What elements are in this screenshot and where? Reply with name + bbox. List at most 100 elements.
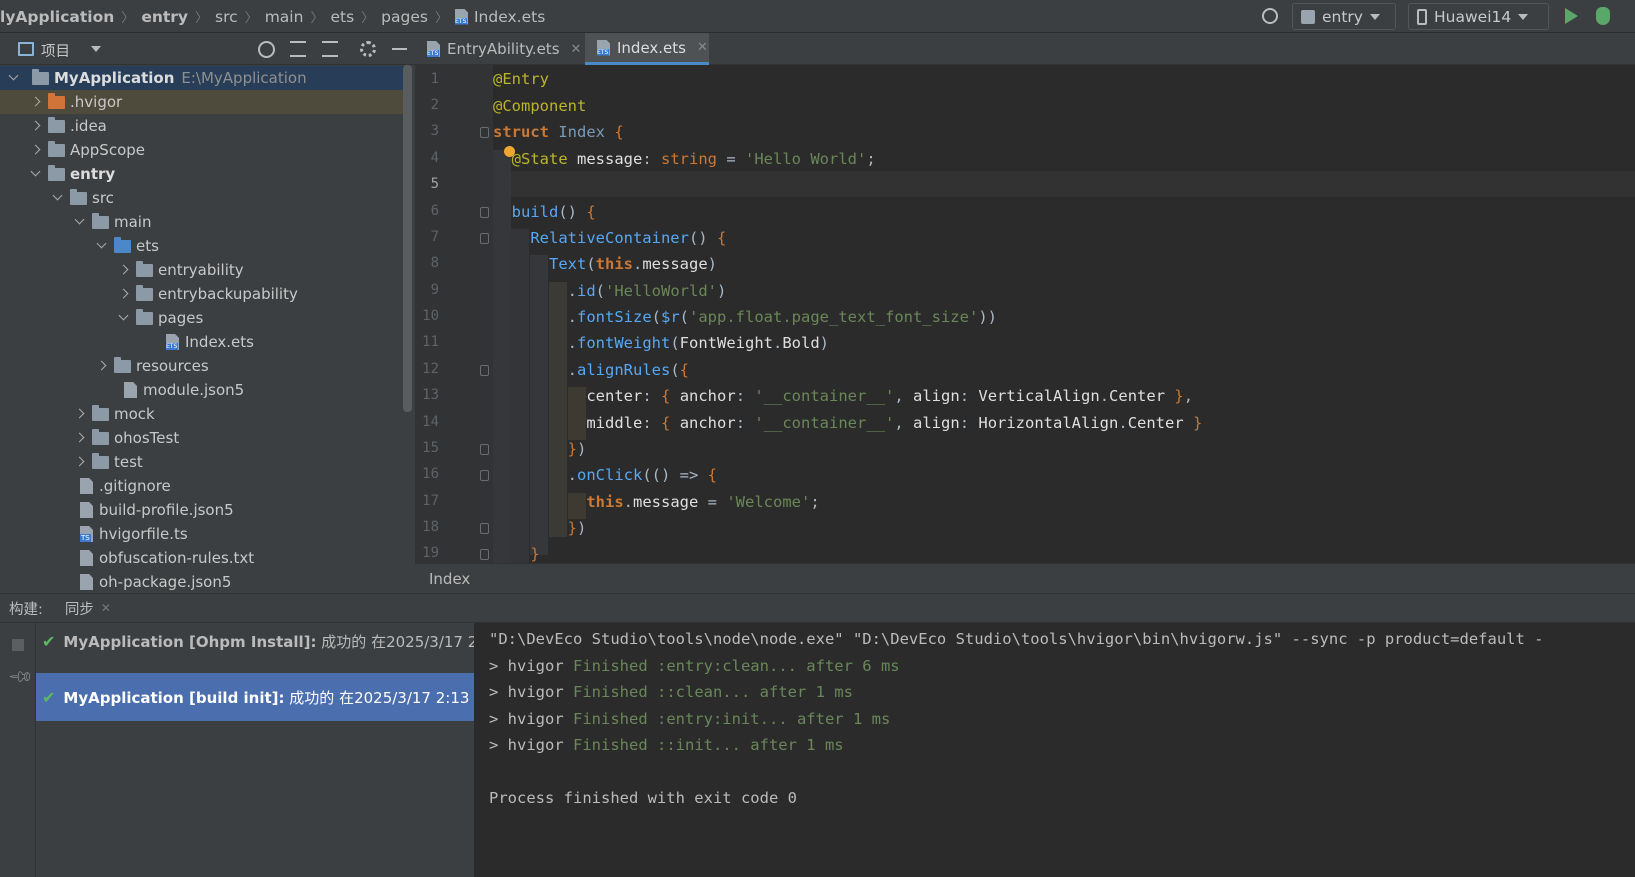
chevron-right-icon[interactable] (72, 406, 88, 422)
close-icon[interactable]: ✕ (697, 40, 708, 55)
code-line: build() { (511, 203, 596, 221)
chevron-down-icon[interactable] (116, 310, 132, 326)
debug-icon[interactable] (1596, 7, 1610, 25)
breadcrumb-pages[interactable]: pages (381, 8, 428, 26)
chevron-down-icon[interactable] (28, 166, 44, 182)
breadcrumb-module[interactable]: entry (141, 8, 188, 26)
breadcrumb-project[interactable]: lyApplication (0, 8, 114, 26)
tab-label: EntryAbility.ets (447, 40, 560, 58)
gear-icon[interactable] (360, 41, 376, 57)
chevron-right-icon[interactable] (72, 430, 88, 446)
fold-icon[interactable] (480, 127, 489, 138)
breadcrumb-main[interactable]: main (265, 8, 304, 26)
tree-item-label: mock (114, 405, 155, 423)
build-task-list: ✔ MyApplication [Ohpm Install]: 成功的 在202… (36, 623, 501, 877)
phone-icon (1417, 8, 1427, 25)
tree-item-oh-package[interactable]: oh-package.json5 (0, 570, 405, 593)
fold-icon[interactable] (480, 444, 489, 455)
locate-icon[interactable] (258, 41, 275, 58)
tab-index[interactable]: Index.ets ✕ (585, 33, 709, 65)
tree-item-hvigor[interactable]: .hvigor (0, 90, 405, 114)
folder-icon (136, 260, 153, 277)
tree-item-main[interactable]: main (0, 210, 405, 234)
close-icon[interactable]: ✕ (571, 42, 582, 57)
tree-item-build-profile[interactable]: build-profile.json5 (0, 498, 405, 522)
tab-sync[interactable]: 同步 (65, 598, 94, 619)
tree-item-module-json5[interactable]: module.json5 (0, 378, 405, 402)
stop-icon[interactable] (12, 639, 24, 651)
tree-item-mock[interactable]: mock (0, 402, 405, 426)
fold-icon[interactable] (480, 470, 489, 481)
target-icon[interactable] (1262, 8, 1278, 24)
build-item-ohpm[interactable]: ✔ MyApplication [Ohpm Install]: 成功的 在202… (36, 626, 501, 656)
chevron-right-icon[interactable] (116, 262, 132, 278)
line-number: 8 (430, 255, 439, 271)
tree-item-label: Index.ets (185, 333, 254, 351)
editor-breadcrumb[interactable]: Index (415, 563, 1635, 593)
tab-entryability[interactable]: EntryAbility.ets ✕ (415, 33, 585, 65)
chevron-right-icon[interactable] (94, 358, 110, 374)
module-folder-icon (32, 68, 49, 85)
tree-item-src[interactable]: src (0, 186, 405, 210)
device-select[interactable]: Huawei14 (1408, 3, 1549, 30)
tree-item-pages[interactable]: pages (0, 306, 405, 330)
fold-icon[interactable] (480, 549, 489, 560)
console-exit: Process finished with exit code 0 (489, 789, 797, 807)
build-console[interactable]: "D:\DevEco Studio\tools\node\node.exe" "… (474, 623, 1635, 877)
tree-item-ohostest[interactable]: ohosTest (0, 426, 405, 450)
line-number: 10 (422, 308, 439, 324)
tree-item-appscope[interactable]: AppScope (0, 138, 405, 162)
run-icon[interactable] (1565, 8, 1578, 24)
module-folder-icon (48, 164, 65, 181)
code-line: } (530, 545, 540, 563)
breadcrumb-src[interactable]: src (215, 8, 238, 26)
fold-icon[interactable] (480, 523, 489, 534)
tree-item-resources[interactable]: resources (0, 354, 405, 378)
minimize-icon[interactable] (392, 48, 407, 50)
module-icon (1301, 9, 1315, 24)
breadcrumb-ets[interactable]: ets (330, 8, 354, 26)
tree-root-path: E:\MyApplication (181, 69, 307, 87)
tree-item-gitignore[interactable]: .gitignore (0, 474, 405, 498)
chevron-down-icon[interactable] (6, 70, 22, 86)
tree-item-idea[interactable]: .idea (0, 114, 405, 138)
tree-item-test[interactable]: test (0, 450, 405, 474)
collapse-all-icon[interactable] (322, 41, 338, 57)
line-number: 7 (430, 229, 439, 245)
chevron-down-icon[interactable] (94, 238, 110, 254)
tree-root[interactable]: MyApplication E:\MyApplication (0, 66, 405, 90)
tree-item-label: hvigorfile.ts (99, 525, 188, 543)
tree-item-entry[interactable]: entry (0, 162, 405, 186)
tree-item-ets[interactable]: ets (0, 234, 405, 258)
module-select[interactable]: entry (1292, 3, 1396, 30)
expand-all-icon[interactable] (290, 41, 306, 57)
tree-item-label: entry (70, 165, 116, 183)
code-line: struct Index { (493, 123, 624, 141)
chevron-right-icon[interactable] (116, 286, 132, 302)
project-panel-title[interactable]: 项目 (41, 40, 70, 61)
fold-icon[interactable] (480, 207, 489, 218)
close-icon[interactable]: ✕ (101, 601, 111, 615)
navigation-bar: lyApplication 〉 entry 〉 src 〉 main 〉 ets 〉 pa… (0, 0, 1635, 33)
breadcrumb-file[interactable]: Index.ets (474, 8, 545, 26)
tree-item-index-ets[interactable]: Index.ets (0, 330, 405, 354)
chevron-down-icon[interactable] (72, 214, 88, 230)
tree-item-entryability[interactable]: entryability (0, 258, 405, 282)
line-number: 9 (430, 282, 439, 298)
tree-scrollbar[interactable] (403, 65, 412, 412)
chevron-right-icon[interactable] (28, 118, 44, 134)
pin-icon[interactable]: 📌︎ (7, 663, 35, 691)
tree-item-entrybackupability[interactable]: entrybackupability (0, 282, 405, 306)
fold-icon[interactable] (480, 365, 489, 376)
chevron-right-icon[interactable] (72, 454, 88, 470)
chevron-down-icon[interactable] (91, 46, 101, 52)
chevron-down-icon[interactable] (50, 190, 66, 206)
chevron-right-icon[interactable] (28, 142, 44, 158)
line-number: 13 (422, 387, 439, 403)
build-item-init[interactable]: ✔ MyApplication [build init]: 成功的 在2025/… (36, 673, 474, 721)
fold-icon[interactable] (480, 233, 489, 244)
code-editor[interactable]: 1 2 3 4 5 6 7 8 9 10 11 12 13 14 15 16 1… (415, 65, 1635, 563)
tree-item-hvigorfile[interactable]: hvigorfile.ts (0, 522, 405, 546)
tree-item-obfuscation-rules[interactable]: obfuscation-rules.txt (0, 546, 405, 570)
chevron-right-icon[interactable] (28, 94, 44, 110)
